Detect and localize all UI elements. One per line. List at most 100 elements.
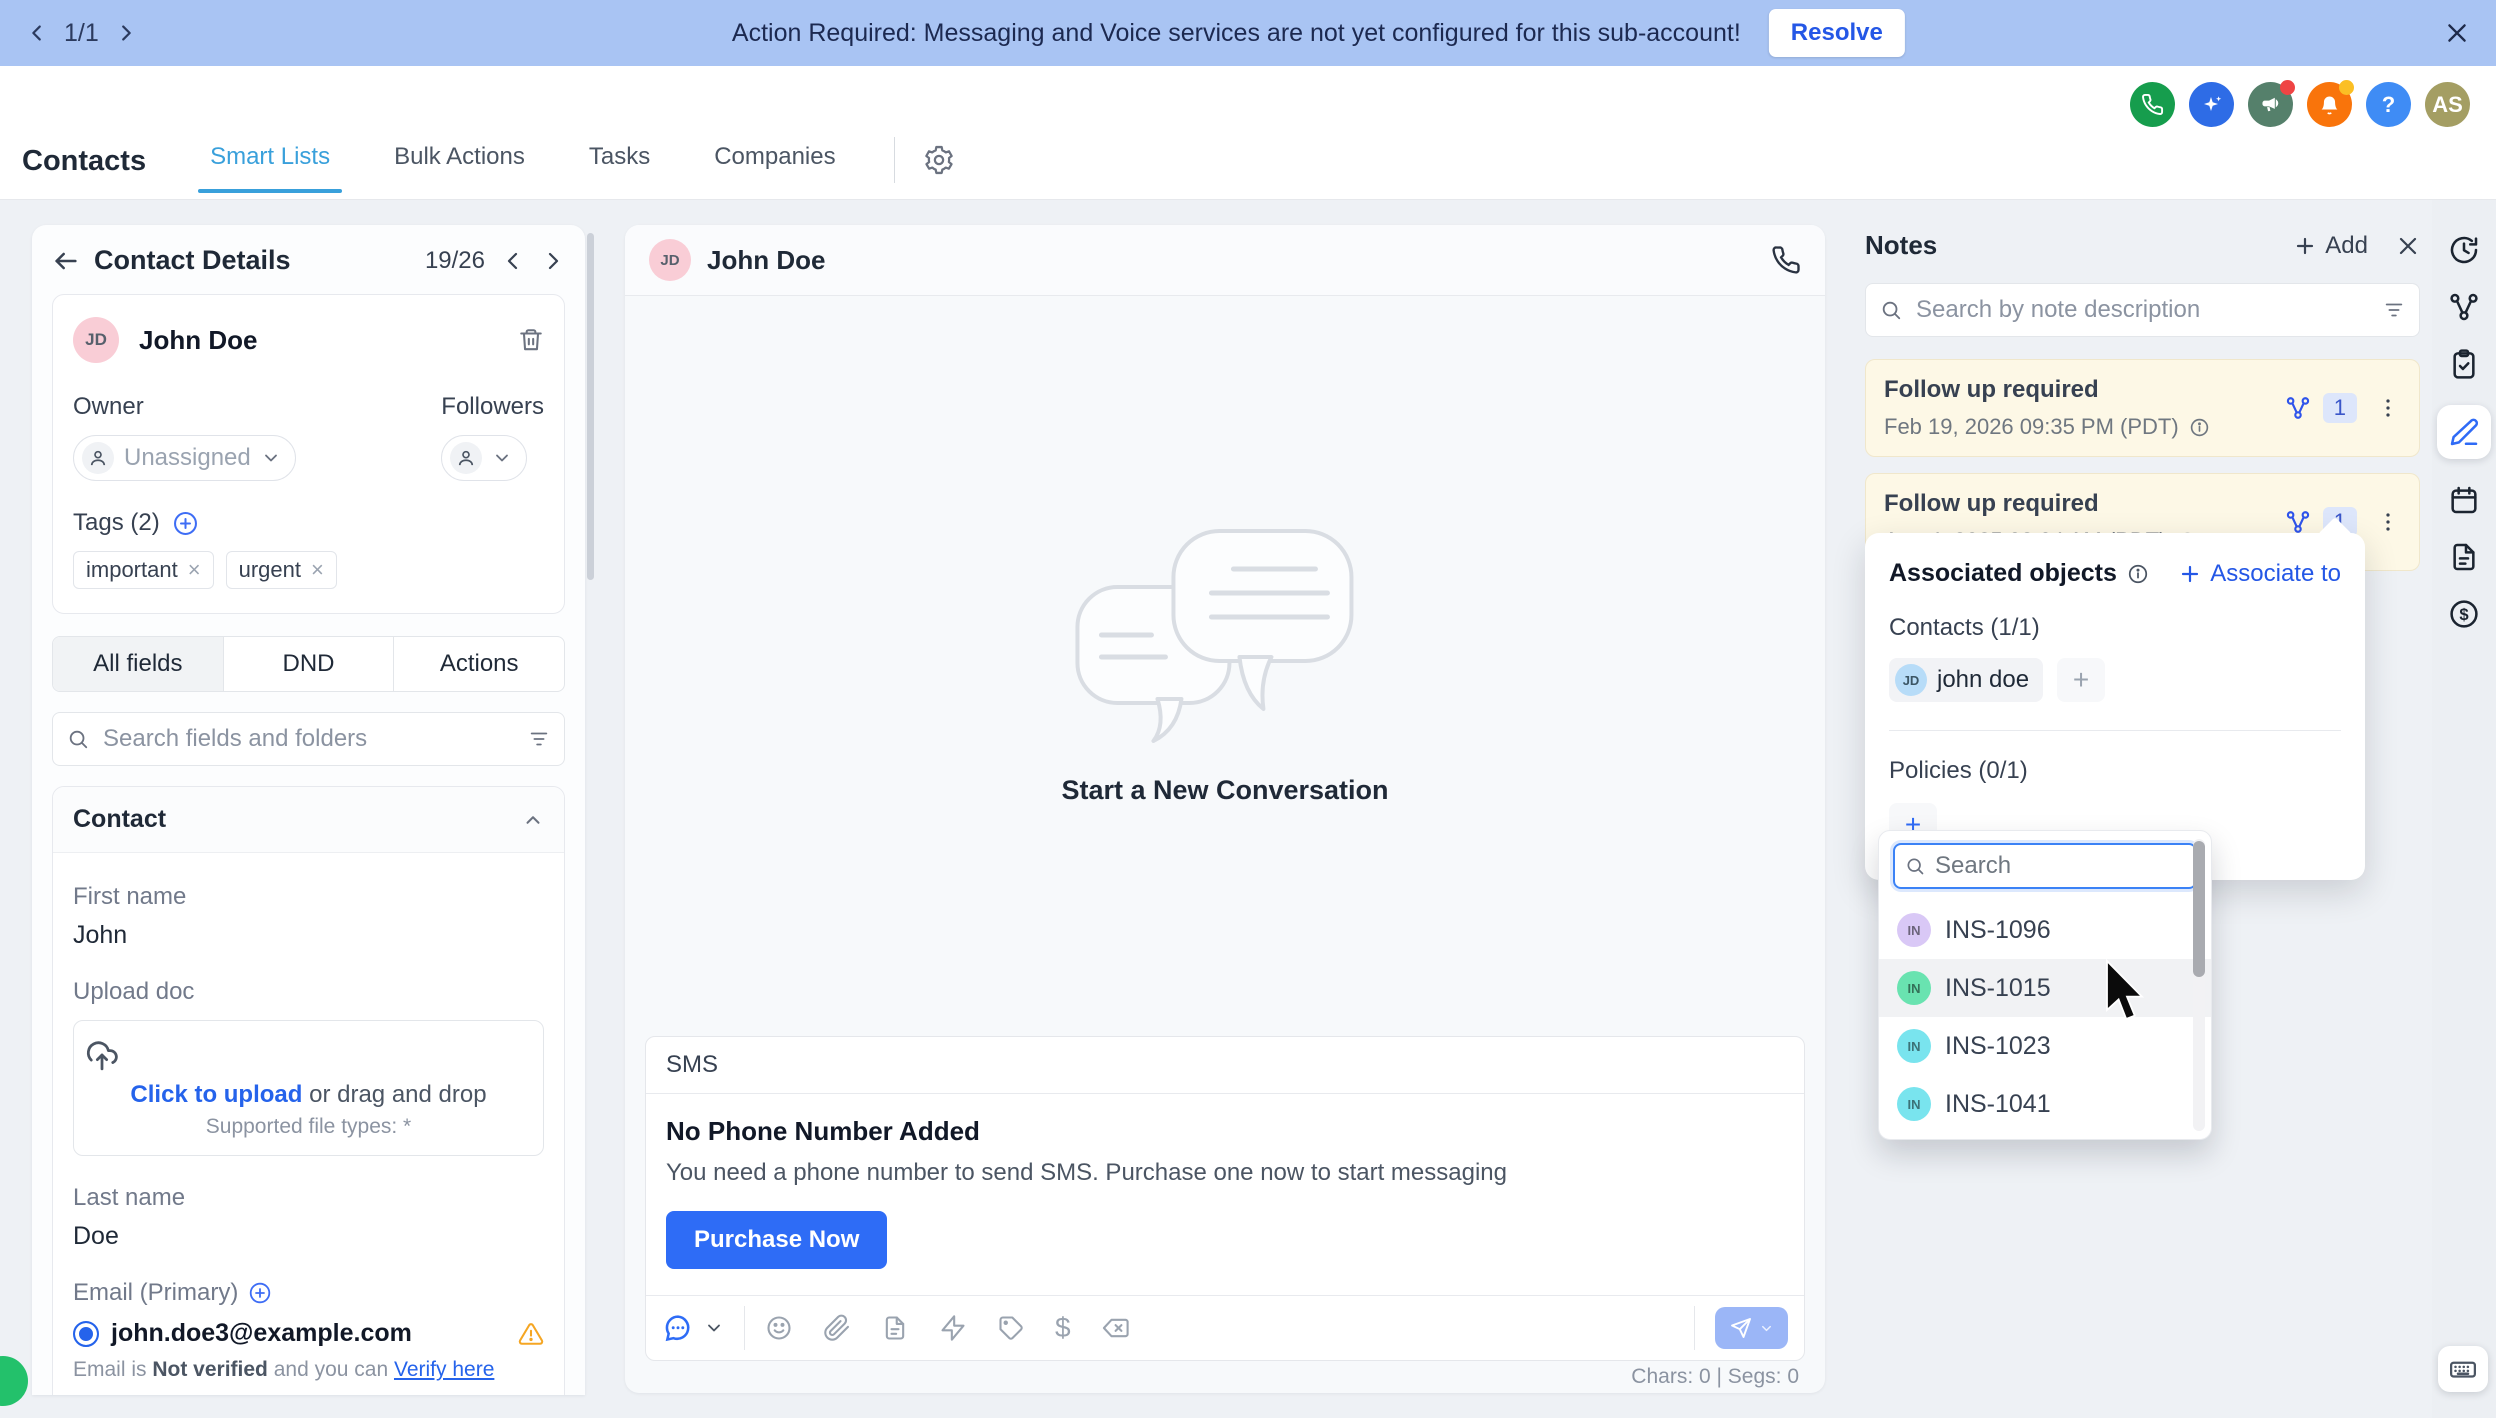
chip-avatar: JD <box>1895 664 1927 696</box>
clear-message-icon[interactable] <box>1101 1314 1129 1342</box>
settings-gear-icon[interactable] <box>923 144 955 176</box>
keyboard-shortcuts-button[interactable] <box>2438 1346 2488 1392</box>
info-icon <box>2127 563 2149 585</box>
policy-option[interactable]: IN INS-1041 <box>1879 1075 2211 1133</box>
last-name-value[interactable]: Doe <box>73 1222 544 1251</box>
scrollbar-thumb[interactable] <box>2193 841 2205 977</box>
attachment-icon[interactable] <box>823 1314 851 1342</box>
template-icon[interactable] <box>881 1314 909 1342</box>
notifications-bell-icon[interactable] <box>2307 82 2352 127</box>
policy-search-input[interactable] <box>1933 851 2185 881</box>
association-icon[interactable] <box>2285 509 2311 535</box>
call-icon[interactable] <box>1771 245 1801 275</box>
fields-search-input[interactable] <box>101 724 516 754</box>
help-icon[interactable]: ? <box>2366 82 2411 127</box>
tag-chip[interactable]: urgent× <box>226 551 337 589</box>
next-contact-icon[interactable] <box>541 249 565 273</box>
payment-request-icon[interactable]: $ <box>1055 1314 1071 1342</box>
contact-pagination: 19/26 <box>425 247 485 275</box>
emoji-icon[interactable] <box>765 1314 793 1342</box>
chat-widget-button[interactable] <box>0 1356 28 1406</box>
association-icon[interactable] <box>2285 395 2311 421</box>
click-to-upload-link[interactable]: Click to upload <box>130 1081 302 1108</box>
note-menu-icon[interactable] <box>2375 509 2401 535</box>
remove-tag-icon[interactable]: × <box>311 557 324 583</box>
tab-all-fields[interactable]: All fields <box>53 637 223 691</box>
add-tag-icon[interactable] <box>172 510 199 537</box>
email-primary-radio[interactable] <box>73 1321 99 1347</box>
notes-icon-active[interactable] <box>2437 405 2491 459</box>
policy-avatar: IN <box>1897 1087 1931 1121</box>
contact-section-header[interactable]: Contact <box>53 787 564 853</box>
tab-companies[interactable]: Companies <box>708 143 841 193</box>
announcements-badge-dot <box>2280 80 2295 95</box>
resolve-button[interactable]: Resolve <box>1769 9 1905 57</box>
user-avatar[interactable]: AS <box>2425 82 2470 127</box>
followers-select[interactable] <box>441 435 527 481</box>
tab-smart-lists[interactable]: Smart Lists <box>204 143 336 193</box>
ai-sparkle-icon[interactable] <box>2189 82 2234 127</box>
warning-icon <box>518 1321 544 1347</box>
upload-text: or drag and drop <box>302 1081 486 1108</box>
email-primary-value[interactable]: john.doe3@example.com <box>111 1319 412 1348</box>
tag-chip[interactable]: important× <box>73 551 214 589</box>
note-card[interactable]: Follow up required Feb 19, 2026 09:35 PM… <box>1865 359 2420 457</box>
composer-tab-sms[interactable]: SMS <box>666 1051 718 1078</box>
announcements-icon[interactable] <box>2248 82 2293 127</box>
prev-contact-icon[interactable] <box>501 249 525 273</box>
payments-icon[interactable]: $ <box>2448 598 2480 630</box>
filter-icon[interactable] <box>2383 299 2405 321</box>
tasks-icon[interactable] <box>2448 348 2480 380</box>
chevron-down-icon <box>261 448 281 468</box>
first-name-value[interactable]: John <box>73 921 544 950</box>
note-menu-icon[interactable] <box>2375 395 2401 421</box>
send-button[interactable] <box>1715 1307 1788 1349</box>
documents-icon[interactable] <box>2448 541 2480 573</box>
upload-dropzone[interactable]: Click to upload or drag and drop Support… <box>73 1020 544 1156</box>
policy-option[interactable]: IN INS-1096 <box>1879 901 2211 959</box>
remove-tag-icon[interactable]: × <box>188 557 201 583</box>
tag-icon[interactable] <box>997 1314 1025 1342</box>
notes-search <box>1865 283 2420 337</box>
associated-contact-chip[interactable]: JD john doe <box>1889 658 2043 702</box>
contacts-count-label: Contacts (1/1) <box>1889 614 2341 642</box>
message-type-select[interactable] <box>662 1312 724 1344</box>
contact-fields-card: Contact First name John Upload doc Click… <box>52 786 565 1395</box>
banner-prev-icon[interactable] <box>26 22 48 44</box>
add-note-button[interactable]: Add <box>2293 232 2368 260</box>
tab-tasks[interactable]: Tasks <box>583 143 656 193</box>
search-icon <box>1905 856 1925 876</box>
owner-select[interactable]: Unassigned <box>73 435 296 481</box>
tab-actions[interactable]: Actions <box>393 637 564 691</box>
verify-here-link[interactable]: Verify here <box>394 1358 494 1381</box>
first-name-label: First name <box>73 883 544 911</box>
search-icon <box>67 728 89 750</box>
tab-dnd[interactable]: DND <box>223 637 394 691</box>
delete-contact-icon[interactable] <box>518 327 544 353</box>
char-seg-counter: Chars: 0 | Segs: 0 <box>1631 1365 1799 1389</box>
banner-next-icon[interactable] <box>115 22 137 44</box>
owner-value: Unassigned <box>124 444 251 472</box>
phone-icon[interactable] <box>2130 82 2175 127</box>
purchase-now-button[interactable]: Purchase Now <box>666 1211 887 1269</box>
dropdown-scrollbar[interactable] <box>2193 839 2205 1131</box>
associate-to-button[interactable]: Associate to <box>2178 560 2341 588</box>
add-email-icon[interactable] <box>248 1281 272 1305</box>
notifications-badge-dot <box>2339 80 2354 95</box>
close-notes-icon[interactable] <box>2396 234 2420 258</box>
tab-bulk-actions[interactable]: Bulk Actions <box>388 143 531 193</box>
filter-icon[interactable] <box>528 728 550 750</box>
activity-history-icon[interactable] <box>2448 234 2480 266</box>
header-actions: ? AS <box>2130 82 2470 127</box>
add-contact-association-button[interactable]: + <box>2057 658 2105 702</box>
association-count-badge[interactable]: 1 <box>2323 393 2357 423</box>
scrollbar-thumb[interactable] <box>587 233 594 580</box>
snippets-icon[interactable] <box>939 1314 967 1342</box>
appointments-icon[interactable] <box>2448 484 2480 516</box>
policy-option[interactable]: IN INS-1015 <box>1879 959 2211 1017</box>
back-arrow-icon[interactable] <box>52 247 80 275</box>
banner-close-icon[interactable] <box>2444 20 2470 46</box>
policy-option[interactable]: IN INS-1023 <box>1879 1017 2211 1075</box>
associations-icon[interactable] <box>2448 291 2480 323</box>
notes-search-input[interactable] <box>1914 295 2371 325</box>
